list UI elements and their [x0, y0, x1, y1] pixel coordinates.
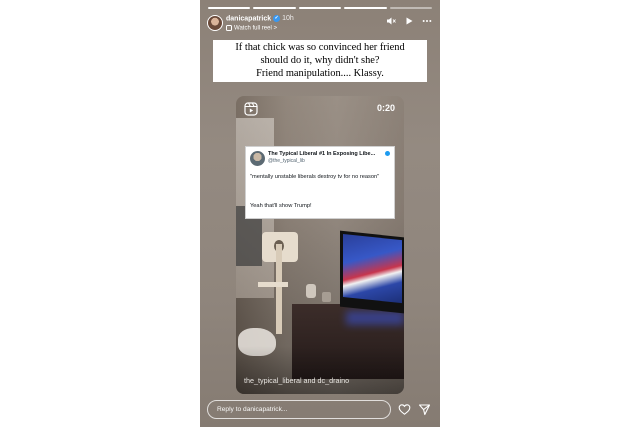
progress-segment: [344, 7, 387, 9]
caption-line: If that chick was so convinced her frien…: [235, 42, 405, 53]
embedded-tweet: The Typical Liberal #1 In Exposing Libe.…: [245, 146, 395, 219]
tweet-verified-icon: [385, 151, 390, 156]
progress-segment: [208, 7, 251, 9]
progress-segment: [389, 7, 433, 9]
video-scene-floor: [236, 346, 404, 394]
tweet-author-name: The Typical Liberal #1 In Exposing Libe.…: [268, 151, 376, 157]
reply-placeholder: Reply to danicapatrick...: [217, 406, 288, 413]
reel-duration: 0:20: [376, 103, 395, 113]
heart-icon[interactable]: [398, 403, 411, 416]
caption-line: should do it, why didn't she?: [260, 55, 380, 66]
username-row: danicapatrick ✓ 10h: [226, 15, 294, 22]
more-horizontal-icon[interactable]: [422, 16, 432, 26]
avatar[interactable]: [207, 15, 223, 31]
story-header: danicapatrick ✓ 10h Watch full reel >: [207, 14, 432, 36]
video-scene-object: [322, 292, 331, 302]
reply-input[interactable]: Reply to danicapatrick...: [207, 400, 391, 419]
watch-full-reel-label: Watch full reel: [234, 25, 272, 32]
watch-full-reel-link[interactable]: Watch full reel >: [226, 25, 277, 32]
speaker-muted-icon[interactable]: [386, 16, 396, 26]
story-controls: [386, 16, 432, 26]
video-scene-television: [340, 230, 404, 314]
tweet-body-reply: Yeah that'll show Trump!: [250, 203, 312, 209]
post-time: 10h: [282, 15, 294, 23]
verified-badge-icon: ✓: [273, 15, 281, 22]
tweet-body: "mentally unstable liberals destroy tv f…: [250, 174, 380, 180]
reels-icon: [226, 25, 232, 31]
video-scene-object: [306, 284, 316, 298]
shared-reel-card[interactable]: 0:20 The Typical Liberal #1 In Exposing …: [236, 96, 404, 394]
story-caption: If that chick was so convinced her frien…: [213, 40, 427, 82]
progress-segment: [298, 7, 342, 9]
tweet-handle: @the_typical_lib: [268, 158, 305, 164]
video-scene-glow: [346, 311, 404, 325]
reel-credit[interactable]: the_typical_liberal and dc_draino: [244, 376, 349, 385]
story-progress-bar: [208, 7, 433, 9]
send-icon[interactable]: [418, 403, 431, 416]
caption-line: Friend manipulation.... Klassy.: [256, 68, 384, 79]
play-icon[interactable]: [404, 16, 414, 26]
chevron-right-icon: >: [273, 25, 277, 32]
progress-segment: [253, 7, 296, 9]
reels-icon: [244, 102, 258, 116]
story-viewer: danicapatrick ✓ 10h Watch full reel > If t…: [200, 0, 440, 427]
username[interactable]: danicapatrick: [226, 15, 271, 22]
tweet-avatar: [250, 151, 265, 166]
